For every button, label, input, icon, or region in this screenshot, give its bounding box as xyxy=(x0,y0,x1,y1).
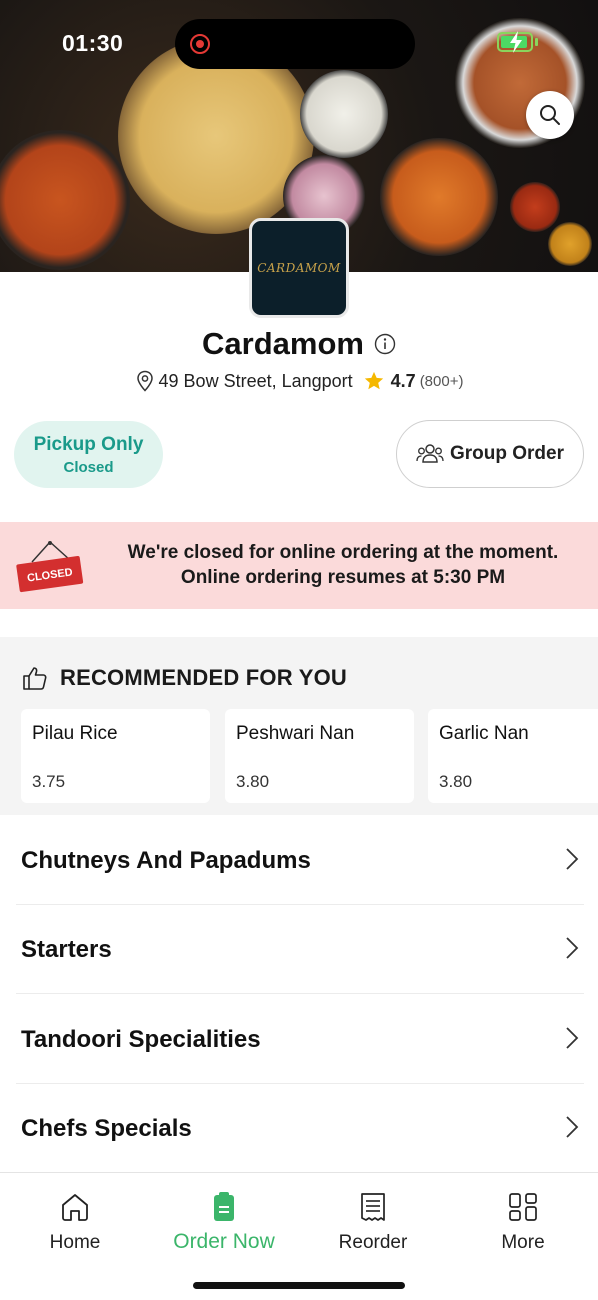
closed-message-line2: Online ordering resumes at 5:30 PM xyxy=(180,567,506,588)
nav-order-now[interactable]: Order Now xyxy=(159,1191,289,1254)
restaurant-meta: 49 Bow Street, Langport 4.7 (800+) xyxy=(0,370,598,392)
category-row-chefs-specials[interactable]: Chefs Specials xyxy=(16,1083,584,1173)
status-time: 01:30 xyxy=(62,30,124,56)
chevron-right-icon xyxy=(566,848,579,870)
search-button[interactable] xyxy=(526,91,574,139)
category-label: Chutneys And Papadums xyxy=(21,847,311,874)
hero-dish-curry-left xyxy=(0,130,130,270)
recommended-item-name: Pilau Rice xyxy=(32,723,118,744)
closed-banner: CLOSED We're closed for online ordering … xyxy=(0,522,598,609)
category-label: Tandoori Specialities xyxy=(21,1026,261,1053)
recommended-card[interactable]: Peshwari Nan 3.80 xyxy=(225,709,414,803)
recommended-card[interactable]: Pilau Rice 3.75 xyxy=(21,709,210,803)
chevron-right-icon xyxy=(566,1116,579,1138)
restaurant-name: Cardamom xyxy=(202,326,364,361)
screen-recording-icon xyxy=(190,34,210,54)
order-icon xyxy=(214,1192,234,1221)
hero-dish-raita xyxy=(300,70,388,158)
recommended-item-name: Garlic Nan xyxy=(439,723,529,744)
search-icon xyxy=(540,105,560,125)
category-label: Chefs Specials xyxy=(21,1115,192,1142)
recommended-section: RECOMMENDED FOR YOU Pilau Rice 3.75 Pesh… xyxy=(0,637,598,815)
nav-label: Order Now xyxy=(173,1230,275,1253)
category-label: Starters xyxy=(21,936,112,963)
restaurant-title-row: Cardamom xyxy=(0,326,598,362)
info-icon[interactable] xyxy=(374,333,396,355)
recommended-title: RECOMMENDED FOR YOU xyxy=(60,665,347,690)
star-icon xyxy=(364,371,383,390)
category-row-tandoori[interactable]: Tandoori Specialities xyxy=(16,994,584,1084)
recommended-header: RECOMMENDED FOR YOU xyxy=(22,665,347,691)
closed-message-line1: We're closed for online ordering at the … xyxy=(127,542,559,563)
restaurant-logo: CARDAMOM xyxy=(249,218,349,318)
bottom-navigation: Home Order Now Reorder More xyxy=(0,1172,598,1300)
thumbs-up-icon xyxy=(23,667,47,690)
closed-sign-icon: CLOSED xyxy=(16,541,84,593)
receipt-icon xyxy=(361,1193,385,1221)
nav-more[interactable]: More xyxy=(458,1191,588,1254)
grid-icon xyxy=(509,1193,537,1221)
hero-dish-spice xyxy=(548,222,592,266)
chevron-right-icon xyxy=(566,937,579,959)
restaurant-address: 49 Bow Street, Langport xyxy=(158,370,353,391)
rating-count: (800+) xyxy=(419,372,464,390)
pickup-status: Closed xyxy=(63,458,114,476)
category-row-starters[interactable]: Starters xyxy=(16,904,584,994)
category-row-chutneys[interactable]: Chutneys And Papadums xyxy=(16,815,584,905)
logo-text: CARDAMOM xyxy=(257,261,341,275)
nav-label: Home xyxy=(49,1232,101,1253)
recommended-carousel[interactable]: Pilau Rice 3.75 Peshwari Nan 3.80 Garlic… xyxy=(21,709,598,803)
group-order-button[interactable]: Group Order xyxy=(396,420,584,488)
nav-label: More xyxy=(501,1232,545,1253)
home-icon xyxy=(62,1194,88,1221)
battery-cap xyxy=(535,38,538,46)
recommended-card[interactable]: Garlic Nan 3.80 xyxy=(428,709,598,803)
location-pin-icon xyxy=(136,370,153,392)
hero-dish-prawn-curry xyxy=(380,138,498,256)
charging-bolt-icon xyxy=(510,31,522,53)
pickup-title: Pickup Only xyxy=(33,433,144,455)
group-users-icon xyxy=(416,444,444,463)
home-indicator xyxy=(193,1282,405,1289)
dynamic-island xyxy=(175,19,415,69)
recommended-item-price: 3.75 xyxy=(32,772,66,791)
recommended-item-price: 3.80 xyxy=(236,772,270,791)
recommended-item-price: 3.80 xyxy=(439,772,473,791)
chevron-right-icon xyxy=(566,1027,579,1049)
recommended-item-name: Peshwari Nan xyxy=(236,723,355,744)
rating-value: 4.7 xyxy=(390,370,416,391)
group-order-label: Group Order xyxy=(449,443,564,464)
status-bar: 01:30 xyxy=(0,0,598,80)
pickup-status-pill[interactable]: Pickup Only Closed xyxy=(14,421,163,488)
nav-home[interactable]: Home xyxy=(10,1191,140,1254)
nav-label: Reorder xyxy=(338,1232,408,1253)
nav-reorder[interactable]: Reorder xyxy=(308,1191,438,1254)
hero-dish-sauce xyxy=(510,182,560,232)
